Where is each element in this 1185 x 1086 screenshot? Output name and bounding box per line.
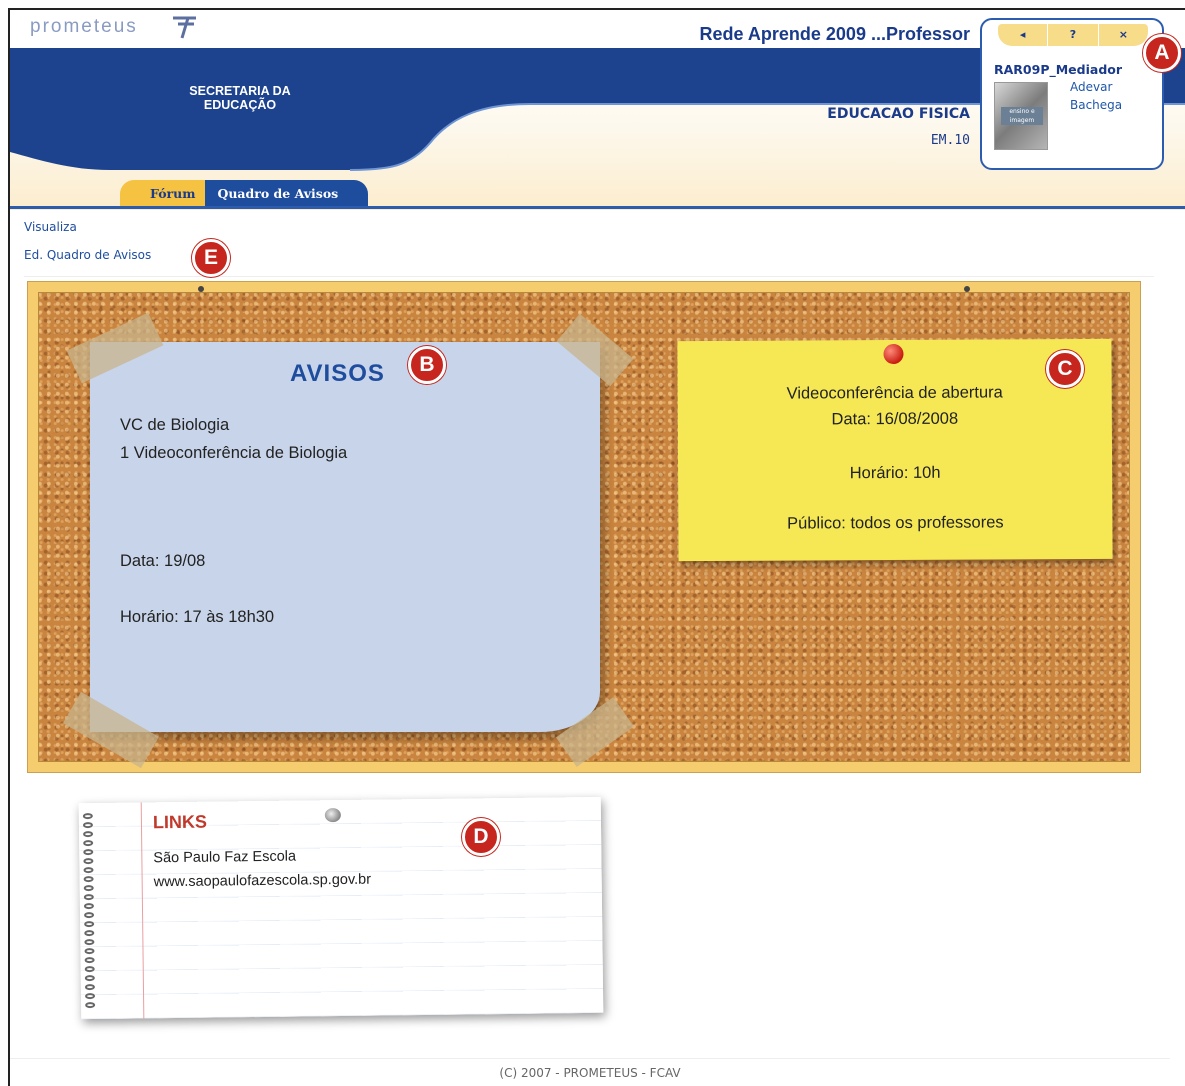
close-icon[interactable]: × [1099, 24, 1148, 46]
footer-divider [10, 1058, 1170, 1059]
help-icon[interactable]: ? [1048, 24, 1099, 46]
app-title: Rede Aprende 2009 ...Professor [699, 24, 970, 44]
marker-e: E [192, 239, 230, 277]
tab-forum[interactable]: Fórum [120, 180, 206, 208]
secretaria-label: SECRETARIA DA EDUCAÇÃO [189, 84, 291, 112]
silver-pushpin-icon [324, 807, 341, 823]
board-pin-icon [198, 286, 204, 292]
spiral-ring [85, 1002, 96, 1009]
user-nav-bar: ◂ ? × [998, 24, 1148, 46]
content-divider [24, 276, 1154, 277]
spiral-ring [83, 831, 94, 838]
marker-d: D [462, 818, 500, 856]
avatar-label: ensino e imagem [1001, 107, 1043, 125]
user-first-name-link[interactable]: Adevar [1070, 80, 1112, 94]
avisos-line: 1 Videoconferência de Biologia [120, 444, 348, 462]
spiral-ring [84, 984, 95, 991]
spiral-binding [79, 797, 601, 1009]
spiral-ring [83, 849, 94, 856]
spiral-ring [83, 894, 94, 901]
header-divider [10, 206, 1185, 209]
spiral-ring [84, 948, 95, 955]
spiral-ring [84, 921, 95, 928]
cork-board: AVISOS VC de Biologia 1 Videoconferência… [28, 282, 1140, 1020]
spiral-ring [83, 867, 94, 874]
header: prometeus SECRETARIA DA EDUCAÇÃO Rede Ap… [10, 10, 1185, 210]
marker-b: B [408, 346, 446, 384]
edit-board-link[interactable]: Ed. Quadro de Avisos [24, 248, 151, 262]
links-line: São Paulo Faz Escola [153, 848, 297, 867]
user-panel: ◂ ? × RAR09P_Mediador ensino e imagem Ad… [980, 18, 1164, 170]
links-note[interactable]: LINKS São Paulo Faz Escola www.saopaulof… [78, 796, 604, 1020]
note-line: Data: 16/08/2008 [831, 409, 959, 429]
tape-decoration [66, 312, 164, 384]
course-name: EDUCACAO FISICA [827, 106, 970, 122]
avisos-line: VC de Biologia [120, 416, 230, 434]
note-line: Público: todos os professores [787, 513, 1004, 533]
tab-quadro-de-avisos[interactable]: Quadro de Avisos [205, 180, 369, 208]
red-pushpin-icon [883, 343, 904, 365]
spiral-ring [84, 912, 95, 919]
app-frame: prometeus SECRETARIA DA EDUCAÇÃO Rede Ap… [8, 8, 1185, 1086]
avatar: ensino e imagem [994, 82, 1048, 150]
spiral-ring [82, 822, 94, 829]
user-last-name-link[interactable]: Bachega [1070, 98, 1122, 112]
marker-c: C [1046, 350, 1084, 388]
avisos-time: Horário: 17 às 18h30 [120, 608, 275, 626]
footer: (C) 2007 - PROMETEUS - FCAV [499, 1066, 681, 1080]
spiral-ring [84, 975, 95, 982]
spiral-ring [84, 939, 95, 946]
avisos-date: Data: 19/08 [120, 552, 206, 570]
spiral-ring [84, 966, 95, 973]
visualiza-link[interactable]: Visualiza [24, 220, 77, 234]
tape-decoration [556, 313, 634, 387]
spiral-ring [83, 840, 94, 847]
back-icon[interactable]: ◂ [998, 24, 1049, 46]
spiral-ring [85, 993, 96, 1000]
marker-a: A [1143, 34, 1181, 72]
spiral-ring [83, 885, 94, 892]
prometeus-logo: prometeus [30, 16, 138, 37]
username: RAR09P_Mediador [994, 62, 1123, 77]
tape-decoration [556, 697, 634, 767]
note-line: Videoconferência de abertura [786, 383, 1003, 403]
links-title: LINKS [152, 811, 208, 833]
board-pin-icon [964, 286, 970, 292]
tab-bar: Fórum Quadro de Avisos [120, 180, 369, 208]
spiral-ring [84, 957, 95, 964]
tape-decoration [63, 691, 159, 769]
avisos-note[interactable]: AVISOS VC de Biologia 1 Videoconferência… [63, 312, 634, 769]
spiral-ring [82, 813, 93, 820]
spiral-ring [84, 930, 95, 937]
note-line: Horário: 10h [849, 463, 941, 483]
links-url[interactable]: www.saopaulofazescola.sp.gov.br [154, 872, 372, 891]
notebook-margin [140, 802, 145, 1019]
course-code: EM.10 [930, 133, 970, 148]
spiral-ring [83, 903, 94, 910]
prometeus-logo-icon [173, 16, 196, 39]
spiral-ring [83, 858, 94, 865]
avisos-title: AVISOS [290, 360, 385, 387]
spiral-ring [83, 876, 94, 883]
